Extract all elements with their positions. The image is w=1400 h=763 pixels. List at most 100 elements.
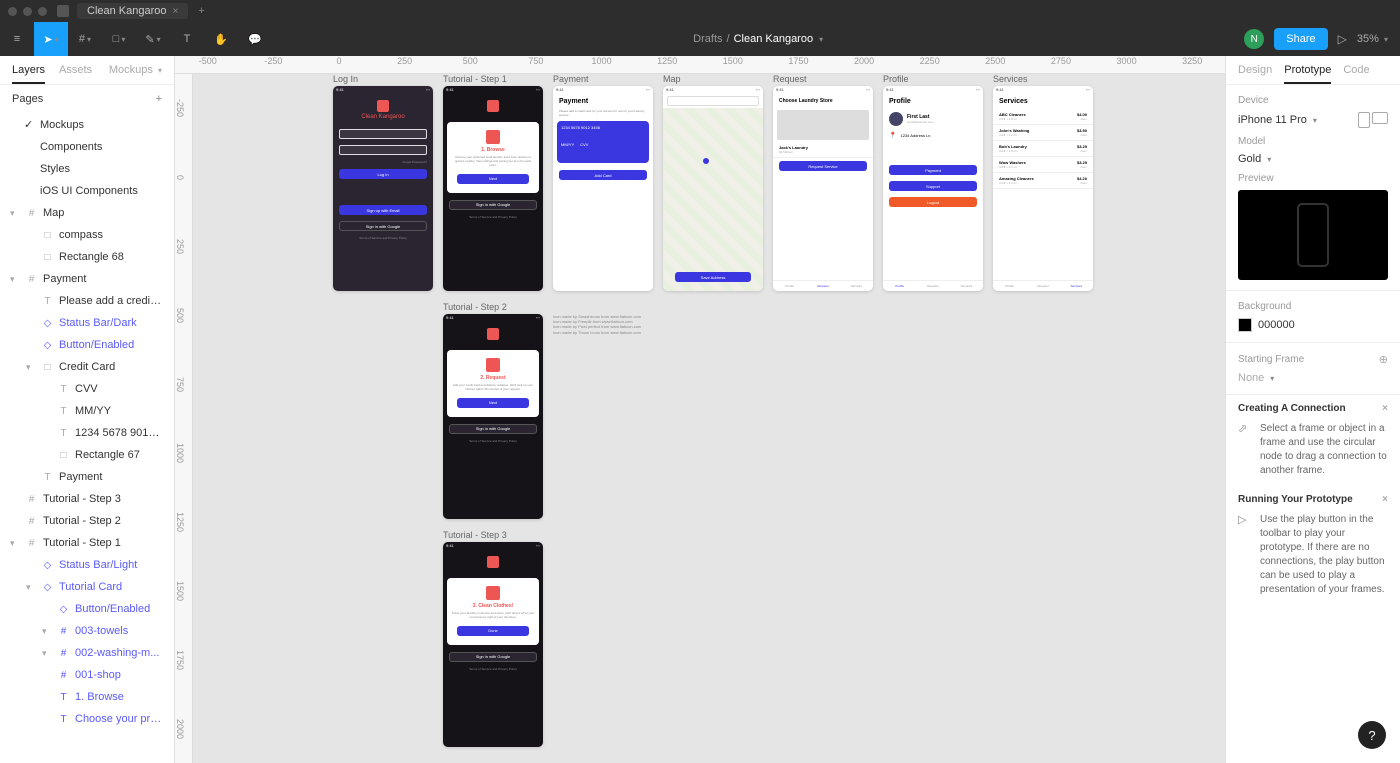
starting-frame-select[interactable]: None▾ [1238, 372, 1388, 384]
layer-item[interactable]: ◇Button/Enabled [0, 334, 174, 356]
layer-item[interactable]: #Tutorial - Step 3 [0, 488, 174, 510]
layer-item[interactable]: TChoose your preferred lo... [0, 708, 174, 730]
zoom-level[interactable]: 35% ▾ [1357, 33, 1388, 45]
page-item[interactable]: Components [0, 136, 174, 158]
tab-prototype[interactable]: Prototype [1284, 64, 1331, 84]
ruler-vertical: -250025050075010001250150017502000 [175, 74, 193, 763]
layer-item[interactable]: T1234 5678 9012 3456 [0, 422, 174, 444]
layer-item[interactable]: TCVV [0, 378, 174, 400]
shape-tool[interactable]: □▾ [102, 22, 136, 56]
layer-item[interactable]: TPlease add a credit card for y... [0, 290, 174, 312]
toolbar: ≡ ➤▾ #▾ □▾ ✎▾ T ✋ 💬 Drafts / Clean Kanga… [0, 22, 1400, 56]
play-icon: ▷ [1238, 513, 1252, 597]
page-item[interactable]: ✓Mockups [0, 113, 174, 136]
color-swatch[interactable] [1238, 318, 1252, 332]
new-tab-button[interactable]: + [198, 5, 204, 17]
model-label: Model [1238, 136, 1388, 147]
layer-item[interactable]: ▾□Credit Card [0, 356, 174, 378]
layer-item[interactable]: ▾#002-washing-m... [0, 642, 174, 664]
tip-1-title: Creating A Connection [1238, 403, 1346, 414]
tip-1-close[interactable]: × [1382, 403, 1388, 414]
titlebar: Clean Kangaroo × + [0, 0, 1400, 22]
device-label: Device [1238, 95, 1388, 106]
window-controls[interactable] [8, 7, 47, 16]
ruler-horizontal: -500-25002505007501000125015001750200022… [175, 56, 1225, 74]
figma-icon[interactable] [57, 5, 69, 17]
layer-item[interactable]: TPayment [0, 466, 174, 488]
hand-tool[interactable]: ✋ [204, 22, 238, 56]
page-item[interactable]: iOS UI Components [0, 180, 174, 202]
layer-item[interactable]: □Rectangle 68 [0, 246, 174, 268]
layer-item[interactable]: T1. Browse [0, 686, 174, 708]
layer-item[interactable]: ◇Status Bar/Dark [0, 312, 174, 334]
share-button[interactable]: Share [1274, 28, 1327, 50]
orientation-portrait-icon[interactable] [1358, 112, 1370, 128]
frame-login[interactable]: Log In 9:41◦◦◦ Clean Kangaroo Forgot Pas… [333, 74, 433, 291]
file-menu-caret[interactable]: ▾ [819, 35, 823, 44]
canvas[interactable]: -500-25002505007501000125015001750200022… [175, 56, 1225, 763]
layer-item[interactable]: ▾#Payment [0, 268, 174, 290]
background-label: Background [1238, 301, 1388, 312]
user-avatar[interactable]: N [1244, 29, 1264, 49]
page-item[interactable]: Styles [0, 158, 174, 180]
layer-item[interactable]: TMM/YY [0, 400, 174, 422]
tab-code[interactable]: Code [1343, 64, 1369, 84]
frame-tool[interactable]: #▾ [68, 22, 102, 56]
layer-item[interactable]: #001-shop [0, 664, 174, 686]
pen-tool[interactable]: ✎▾ [136, 22, 170, 56]
background-color[interactable]: 000000 [1238, 318, 1388, 332]
tab-layers[interactable]: Layers [12, 64, 45, 84]
file-name[interactable]: Clean Kangaroo [734, 33, 814, 45]
frame-profile[interactable]: Profile 9:41◦◦◦ Profile First Lastemail@… [883, 74, 983, 291]
frame-services[interactable]: Services 9:41◦◦◦ Services ABC Cleaners3.… [993, 74, 1093, 291]
tip-2-title: Running Your Prototype [1238, 494, 1353, 505]
close-tab-icon[interactable]: × [173, 6, 179, 17]
layer-item[interactable]: ▾#003-towels [0, 620, 174, 642]
frame-request[interactable]: Request 9:41◦◦◦ Choose Laundry Store Jac… [773, 74, 873, 291]
right-panel: Design Prototype Code Device iPhone 11 P… [1225, 56, 1400, 763]
breadcrumb-folder[interactable]: Drafts [693, 33, 722, 45]
email-field [339, 129, 427, 139]
layer-item[interactable]: ◇Status Bar/Light [0, 554, 174, 576]
file-tab-label: Clean Kangaroo [87, 5, 167, 17]
frame-tutorial-3[interactable]: Tutorial - Step 3 9:41◦◦◦ 3. Clean Cloth… [443, 530, 543, 747]
credits-text: Icon made by Smashicons from www.flatico… [553, 314, 641, 335]
left-panel: Layers Assets Mockups ▾ Pages + ✓Mockups… [0, 56, 175, 763]
comment-tool[interactable]: 💬 [238, 22, 272, 56]
tab-assets[interactable]: Assets [59, 64, 92, 84]
layer-item[interactable]: #Tutorial - Step 2 [0, 510, 174, 532]
orientation-landscape-icon[interactable] [1372, 112, 1388, 124]
layer-item[interactable]: ▾#Map [0, 202, 174, 224]
starting-frame-label: Starting Frame [1238, 354, 1304, 365]
tip-2-close[interactable]: × [1382, 494, 1388, 505]
breadcrumb-sep: / [727, 33, 730, 45]
layer-item[interactable]: □compass [0, 224, 174, 246]
pages-header: Pages [12, 93, 43, 105]
layer-item[interactable]: ◇Button/Enabled [0, 598, 174, 620]
layer-item[interactable]: ▾#Tutorial - Step 1 [0, 532, 174, 554]
add-page-button[interactable]: + [156, 93, 162, 105]
tab-design[interactable]: Design [1238, 64, 1272, 84]
frame-payment[interactable]: Payment 9:41◦◦◦ Payment Please add a cre… [553, 74, 653, 291]
frame-map[interactable]: Map 9:41◦◦◦ Save Address [663, 74, 763, 291]
device-select[interactable]: iPhone 11 Pro▾ [1238, 114, 1317, 126]
device-preview [1238, 190, 1388, 280]
menu-button[interactable]: ≡ [0, 22, 34, 56]
tip-2-body: Use the play button in the toolbar to pl… [1260, 513, 1388, 597]
tip-1-body: Select a frame or object in a frame and … [1260, 422, 1388, 478]
frame-tutorial-1[interactable]: Tutorial - Step 1 9:41◦◦◦ 1. BrowseChoos… [443, 74, 543, 291]
password-field [339, 145, 427, 155]
layer-item[interactable]: ▾◇Tutorial Card [0, 576, 174, 598]
connection-icon: ⬀ [1238, 422, 1252, 478]
tab-page-selector[interactable]: Mockups ▾ [109, 64, 162, 84]
present-button[interactable]: ▷ [1338, 32, 1347, 46]
frame-tutorial-2[interactable]: Tutorial - Step 2 9:41◦◦◦ 2. RequestAdd … [443, 302, 543, 519]
help-button[interactable]: ? [1358, 721, 1386, 749]
starting-frame-help-icon[interactable]: ⊕ [1379, 353, 1388, 366]
preview-label: Preview [1238, 173, 1388, 184]
layer-item[interactable]: □Rectangle 67 [0, 444, 174, 466]
text-tool[interactable]: T [170, 22, 204, 56]
move-tool[interactable]: ➤▾ [34, 22, 68, 56]
model-color-select[interactable]: Gold▾ [1238, 153, 1388, 165]
file-tab[interactable]: Clean Kangaroo × [77, 3, 188, 19]
